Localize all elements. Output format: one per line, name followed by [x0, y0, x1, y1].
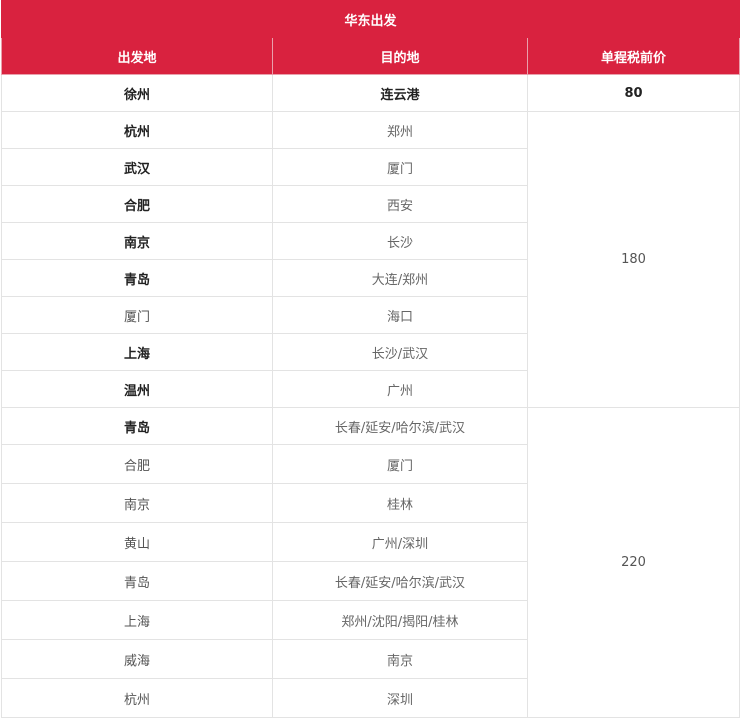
destination-cell: 长春/延安/哈尔滨/武汉 — [272, 561, 528, 601]
table-row: 徐州 连云港 80 — [1, 74, 740, 112]
header-price: 单程税前价 — [527, 37, 740, 75]
destination-cell: 连云港 — [272, 74, 528, 112]
origin-cell: 武汉 — [1, 148, 273, 186]
origin-cell: 合肥 — [1, 185, 273, 223]
destination-cell: 深圳 — [272, 678, 528, 718]
table-row: 杭州 郑州 180 — [1, 111, 740, 408]
origin-cell: 合肥 — [1, 444, 273, 484]
origin-cell: 温州 — [1, 370, 273, 408]
origin-cell: 厦门 — [1, 296, 273, 334]
destination-cell: 广州/深圳 — [272, 522, 528, 562]
destination-cell: 郑州/沈阳/揭阳/桂林 — [272, 600, 528, 640]
origin-cell: 南京 — [1, 222, 273, 260]
origin-cell: 上海 — [1, 600, 273, 640]
price-cell: 80 — [527, 74, 740, 112]
price-cell: 220 — [527, 407, 740, 718]
destination-cell: 长沙/武汉 — [272, 333, 528, 371]
destination-cell: 大连/郑州 — [272, 259, 528, 297]
destination-cell: 海口 — [272, 296, 528, 334]
destination-cell: 南京 — [272, 639, 528, 679]
destination-cell: 厦门 — [272, 148, 528, 186]
origin-cell: 杭州 — [1, 678, 273, 718]
origin-cell: 青岛 — [1, 259, 273, 297]
origin-cell: 徐州 — [1, 74, 273, 112]
price-cell: 180 — [527, 111, 740, 408]
route-price-table: 华东出发 出发地 目的地 单程税前价 徐州 连云港 80 杭州 郑州 180 武… — [1, 0, 740, 718]
origin-cell: 黄山 — [1, 522, 273, 562]
destination-cell: 郑州 — [272, 111, 528, 149]
destination-cell: 长春/延安/哈尔滨/武汉 — [272, 407, 528, 445]
destination-cell: 西安 — [272, 185, 528, 223]
origin-cell: 南京 — [1, 483, 273, 523]
origin-cell: 青岛 — [1, 561, 273, 601]
destination-cell: 广州 — [272, 370, 528, 408]
destination-cell: 长沙 — [272, 222, 528, 260]
destination-cell: 厦门 — [272, 444, 528, 484]
table-title: 华东出发 — [1, 0, 740, 38]
header-destination: 目的地 — [272, 37, 528, 75]
origin-cell: 上海 — [1, 333, 273, 371]
table-row: 青岛 长春/延安/哈尔滨/武汉 220 — [1, 407, 740, 718]
header-origin: 出发地 — [1, 37, 273, 75]
origin-cell: 青岛 — [1, 407, 273, 445]
origin-cell: 杭州 — [1, 111, 273, 149]
destination-cell: 桂林 — [272, 483, 528, 523]
origin-cell: 威海 — [1, 639, 273, 679]
